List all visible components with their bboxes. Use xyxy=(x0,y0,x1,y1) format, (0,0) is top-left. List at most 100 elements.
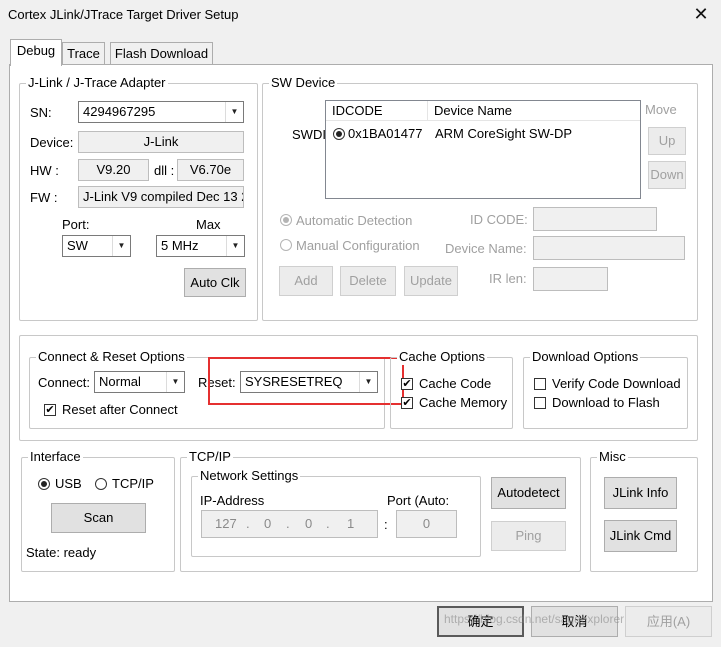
port-value: SW xyxy=(67,238,88,253)
max-clock-value: 5 MHz xyxy=(161,238,199,253)
device-name-field[interactable] xyxy=(533,236,685,260)
cache-group: Cache Options xyxy=(390,349,513,429)
misc-group: Misc xyxy=(590,449,698,572)
selected-radio-icon xyxy=(333,128,345,140)
max-label: Max xyxy=(196,217,221,232)
hw-label: HW : xyxy=(30,163,59,178)
window-title: Cortex JLink/JTrace Target Driver Setup xyxy=(8,7,239,22)
add-button[interactable]: Add xyxy=(279,266,333,296)
fw-label: FW : xyxy=(30,190,58,205)
id-code-label: ID CODE: xyxy=(470,212,528,227)
jlink-info-button[interactable]: JLink Info xyxy=(604,477,677,509)
move-label: Move xyxy=(645,102,677,117)
chevron-down-icon: ▼ xyxy=(226,236,244,256)
ping-button[interactable]: Ping xyxy=(491,521,566,551)
ip-octet-1: 127 xyxy=(215,516,237,531)
usb-label: USB xyxy=(55,476,82,491)
verify-label: Verify Code Download xyxy=(552,376,681,391)
sn-select[interactable]: 4294967295 ▼ xyxy=(78,101,244,123)
update-button[interactable]: Update xyxy=(404,266,458,296)
id-code-field[interactable] xyxy=(533,207,657,231)
ip-address-label: IP-Address xyxy=(200,493,265,508)
tab-flash-download[interactable]: Flash Download xyxy=(110,42,213,65)
network-settings-title: Network Settings xyxy=(198,468,301,484)
auto-clk-button[interactable]: Auto Clk xyxy=(184,268,246,297)
hw-field: V9.20 xyxy=(78,159,149,181)
ip-address-field[interactable]: 127 . 0 . 0 . 1 xyxy=(201,510,378,538)
watermark-text: https://blog.csdn.net/sagaexplorer xyxy=(444,612,625,626)
chevron-down-icon: ▼ xyxy=(112,236,130,256)
device-field: J-Link xyxy=(78,131,244,153)
device-name-label: Device Name: xyxy=(445,241,527,256)
misc-group-title: Misc xyxy=(597,449,628,465)
dll-label: dll : xyxy=(154,163,175,178)
connect-label: Connect: xyxy=(38,375,91,390)
download-to-flash-label: Download to Flash xyxy=(552,395,660,410)
row-idcode: 0x1BA01477 xyxy=(348,126,423,141)
manual-config-label: Manual Configuration xyxy=(296,238,420,253)
auto-detection-radio[interactable] xyxy=(280,214,292,226)
delete-button[interactable]: Delete xyxy=(340,266,396,296)
chevron-down-icon: ▼ xyxy=(166,372,184,392)
jlink-cmd-button[interactable]: JLink Cmd xyxy=(604,520,677,552)
connect-select[interactable]: Normal ▼ xyxy=(94,371,185,393)
sn-value: 4294967295 xyxy=(83,104,156,119)
cache-code-checkbox[interactable]: ✔ xyxy=(401,378,413,390)
up-button[interactable]: Up xyxy=(648,127,686,155)
tab-trace[interactable]: Trace xyxy=(62,42,105,65)
sw-device-list[interactable]: IDCODE Device Name 0x1BA01477 ARM CoreSi… xyxy=(325,100,641,199)
ip-dot: . xyxy=(286,516,290,531)
port-colon: : xyxy=(384,517,388,532)
usb-radio[interactable] xyxy=(38,478,50,490)
tab-debug[interactable]: Debug xyxy=(10,39,62,66)
ip-dot: . xyxy=(326,516,330,531)
port-field[interactable]: 0 xyxy=(396,510,457,538)
verify-checkbox[interactable] xyxy=(534,378,546,390)
ip-octet-4: 1 xyxy=(347,516,355,531)
reset-after-connect-label: Reset after Connect xyxy=(62,402,178,417)
ip-octet-3: 0 xyxy=(305,516,313,531)
swdi-label: SWDI xyxy=(292,127,326,142)
interface-group-title: Interface xyxy=(28,449,83,465)
port-auto-label: Port (Auto: xyxy=(387,493,450,508)
apply-button[interactable]: 应用(A) xyxy=(625,606,712,637)
download-to-flash-checkbox[interactable] xyxy=(534,397,546,409)
close-icon[interactable]: ✕ xyxy=(688,2,714,26)
ir-len-label: IR len: xyxy=(489,271,527,286)
cache-group-title: Cache Options xyxy=(397,349,487,365)
manual-config-radio[interactable] xyxy=(280,239,292,251)
connect-value: Normal xyxy=(99,374,141,389)
max-clock-select[interactable]: 5 MHz ▼ xyxy=(156,235,245,257)
chevron-down-icon: ▼ xyxy=(225,102,243,122)
scan-button[interactable]: Scan xyxy=(51,503,146,533)
table-row[interactable]: 0x1BA01477 ARM CoreSight SW-DP xyxy=(326,125,638,143)
ip-dot: . xyxy=(246,516,250,531)
connect-reset-group-title: Connect & Reset Options xyxy=(36,349,187,365)
download-group: Download Options xyxy=(523,349,688,429)
sn-label: SN: xyxy=(30,105,52,120)
reset-after-connect-checkbox[interactable]: ✔ xyxy=(44,404,56,416)
sw-device-group-title: SW Device xyxy=(269,75,338,91)
autodetect-button[interactable]: Autodetect xyxy=(491,477,566,509)
auto-detection-label: Automatic Detection xyxy=(296,213,413,228)
cache-memory-checkbox[interactable]: ✔ xyxy=(401,397,413,409)
cache-code-label: Cache Code xyxy=(419,376,492,391)
row-device-name: ARM CoreSight SW-DP xyxy=(435,126,573,141)
highlight-box xyxy=(208,357,404,405)
fw-field: J-Link V9 compiled Dec 13 2 xyxy=(78,186,244,208)
ip-octet-2: 0 xyxy=(264,516,272,531)
tcpip-radio[interactable] xyxy=(95,478,107,490)
tcpip-label: TCP/IP xyxy=(112,476,154,491)
device-name-column-header[interactable]: Device Name xyxy=(428,101,640,121)
idcode-column-header[interactable]: IDCODE xyxy=(326,101,428,121)
tcpip-group-title: TCP/IP xyxy=(187,449,233,465)
ir-len-field[interactable] xyxy=(533,267,608,291)
down-button[interactable]: Down xyxy=(648,161,686,189)
port-select[interactable]: SW ▼ xyxy=(62,235,131,257)
cache-memory-label: Cache Memory xyxy=(419,395,508,410)
port-label: Port: xyxy=(62,217,90,232)
adapter-group-title: J-Link / J-Trace Adapter xyxy=(26,75,168,91)
dll-field: V6.70e xyxy=(177,159,244,181)
download-group-title: Download Options xyxy=(530,349,641,365)
state-text: State: ready xyxy=(26,545,97,560)
